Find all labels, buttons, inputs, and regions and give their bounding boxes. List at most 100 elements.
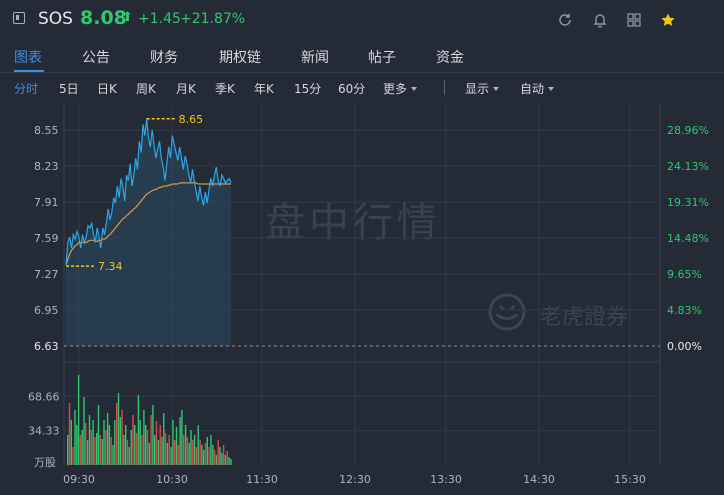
volume-bar xyxy=(101,439,103,465)
right-tick-label: 19.31% xyxy=(667,196,709,209)
volume-bar xyxy=(217,440,219,465)
volume-bar xyxy=(88,415,91,465)
stock-symbol: SOS xyxy=(38,9,73,29)
volume-bar xyxy=(137,395,140,465)
symbol-tag-icon xyxy=(13,12,25,24)
volume-bar xyxy=(121,410,123,465)
volume-bar xyxy=(177,445,179,465)
refresh-icon[interactable] xyxy=(557,12,573,28)
volume-bar xyxy=(186,437,189,465)
volume-axis: 68.66 34.33 万股 xyxy=(28,390,60,469)
volume-bar xyxy=(163,413,165,465)
tab-options-chain[interactable]: 期权链 xyxy=(219,47,261,67)
volume-bar xyxy=(175,427,178,465)
time-tick-label: 13:30 xyxy=(430,473,462,486)
left-price-axis: 8.55 8.23 7.91 7.59 7.27 6.95 6.63 xyxy=(34,124,59,353)
volume-unit-label: 万股 xyxy=(34,456,56,469)
period-60min[interactable]: 60分 xyxy=(338,80,365,97)
period-quarterly[interactable]: 季K xyxy=(215,80,235,97)
volume-bar xyxy=(146,430,149,465)
volume-bar xyxy=(79,435,82,465)
volume-bar xyxy=(77,375,80,465)
tab-chart[interactable]: 图表 xyxy=(14,47,42,67)
volume-bar xyxy=(193,435,196,465)
period-weekly[interactable]: 周K xyxy=(136,80,156,97)
volume-bar xyxy=(132,415,134,465)
volume-bar xyxy=(134,425,136,465)
quote-header: SOS 8.08 ⬆ +1.45 +21.87% xyxy=(0,0,724,40)
volume-bar xyxy=(161,437,163,465)
price-change-percent: +21.87% xyxy=(180,11,246,27)
volume-bar xyxy=(126,440,129,465)
period-intraday[interactable]: 分时 xyxy=(14,80,38,97)
right-percent-axis: 28.96% 24.13% 19.31% 14.48% 9.65% 4.83% 0.00% xyxy=(667,124,709,353)
volume-bar xyxy=(166,443,169,465)
volume-bar xyxy=(86,440,89,465)
high-label: 8.65 xyxy=(179,113,204,126)
left-tick-label: 6.95 xyxy=(34,304,59,317)
volume-bar xyxy=(123,435,125,465)
volume-bar xyxy=(155,421,158,465)
volume-bar xyxy=(92,420,94,465)
volume-bar xyxy=(68,403,71,465)
display-dropdown[interactable]: 显示 xyxy=(465,80,500,97)
period-daily[interactable]: 日K xyxy=(97,80,117,97)
tab-news[interactable]: 新闻 xyxy=(301,47,329,67)
volume-bar xyxy=(112,445,114,465)
volume-bar xyxy=(213,450,216,465)
volume-bar xyxy=(97,405,100,465)
volume-bar xyxy=(148,443,150,465)
volume-bar xyxy=(116,403,118,465)
volume-bar xyxy=(226,451,228,465)
left-tick-label: 6.63 xyxy=(34,340,59,353)
grid-icon[interactable] xyxy=(626,12,642,28)
volume-bar xyxy=(106,413,109,465)
volume-bar xyxy=(168,435,170,465)
volume-bar xyxy=(110,437,112,465)
volume-bar xyxy=(208,447,210,465)
low-label: 7.34 xyxy=(98,260,123,273)
volume-bar xyxy=(188,443,190,465)
volume-bar xyxy=(128,447,130,465)
volume-bar xyxy=(90,430,92,465)
period-15min[interactable]: 15分 xyxy=(294,80,321,97)
time-tick-label: 11:30 xyxy=(246,473,278,486)
volume-bar xyxy=(125,425,127,465)
time-tick-label: 09:30 xyxy=(63,473,95,486)
volume-bar xyxy=(154,435,156,465)
auto-dropdown[interactable]: 自动 xyxy=(520,80,555,97)
tab-announcements[interactable]: 公告 xyxy=(82,47,110,67)
right-tick-label: 14.48% xyxy=(667,232,709,245)
volume-bar xyxy=(105,430,107,465)
tab-bar: 图表 公告 财务 期权链 新闻 帖子 资金 xyxy=(0,40,724,73)
tab-financials[interactable]: 财务 xyxy=(150,47,178,67)
volume-bar xyxy=(157,440,160,465)
period-yearly[interactable]: 年K xyxy=(254,80,274,97)
tab-posts[interactable]: 帖子 xyxy=(368,47,396,67)
volume-bar xyxy=(221,453,223,465)
star-icon[interactable] xyxy=(660,12,676,28)
volume-bars xyxy=(67,375,232,465)
volume-bar xyxy=(201,445,203,465)
volume-tick-label: 34.33 xyxy=(28,425,60,438)
right-tick-label: 0.00% xyxy=(667,340,702,353)
volume-bar xyxy=(212,445,214,465)
time-tick-label: 15:30 xyxy=(614,473,646,486)
more-label: 更多 xyxy=(383,82,408,96)
period-5day[interactable]: 5日 xyxy=(59,80,79,97)
toolbar-divider xyxy=(444,80,445,95)
volume-bar xyxy=(145,425,147,465)
chevron-down-icon xyxy=(411,87,418,91)
volume-bar xyxy=(203,450,205,465)
intraday-chart[interactable]: 8.65 7.34 8.55 8.23 7.91 7.59 7.27 6.95 6.63 2… xyxy=(0,104,724,495)
volume-bar xyxy=(76,425,78,465)
period-monthly[interactable]: 月K xyxy=(176,80,196,97)
chevron-down-icon xyxy=(493,87,500,91)
volume-bar xyxy=(219,447,221,465)
more-dropdown[interactable]: 更多 xyxy=(383,80,418,97)
volume-bar xyxy=(152,405,154,465)
volume-bar xyxy=(141,435,143,465)
volume-bar xyxy=(164,433,167,465)
tab-capital-flow[interactable]: 资金 xyxy=(436,47,464,67)
bell-icon[interactable] xyxy=(592,12,608,28)
